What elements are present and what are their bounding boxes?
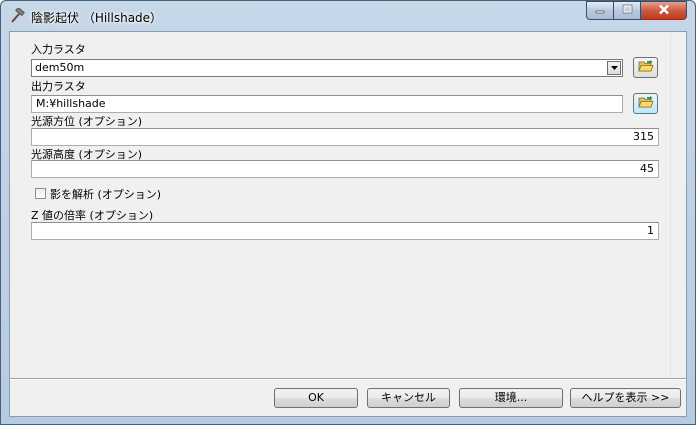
minimize-button[interactable] bbox=[586, 1, 614, 20]
hammer-icon bbox=[9, 6, 25, 24]
close-icon bbox=[658, 4, 670, 18]
input-raster-value: dem50m bbox=[35, 61, 85, 74]
title-bar[interactable]: 陰影起伏 （Hillshade） bbox=[1, 1, 695, 31]
vertical-scrollbar[interactable] bbox=[670, 33, 686, 378]
model-shadows-label: 影を解析 (オプション) bbox=[50, 188, 162, 201]
output-raster-input[interactable]: M:¥hillshade bbox=[31, 95, 623, 113]
output-raster-label: 出力ラスタ bbox=[31, 80, 86, 93]
z-factor-label: Z 値の倍率 (オプション) bbox=[31, 209, 154, 222]
model-shadows-checkbox[interactable] bbox=[35, 188, 46, 199]
z-factor-input[interactable]: 1 bbox=[31, 222, 659, 240]
maximize-button[interactable] bbox=[613, 1, 641, 20]
ok-button[interactable]: OK bbox=[274, 388, 358, 408]
input-raster-label: 入力ラスタ bbox=[31, 43, 86, 56]
dialog-client-area: 入力ラスタ dem50m 出力ラスタ M:¥hillshade 光源方位 (オプ… bbox=[9, 31, 687, 417]
azimuth-label: 光源方位 (オプション) bbox=[31, 115, 143, 128]
dropdown-arrow-icon[interactable] bbox=[607, 61, 621, 75]
minimize-icon bbox=[595, 4, 605, 17]
environments-button[interactable]: 環境... bbox=[459, 388, 563, 408]
azimuth-input[interactable]: 315 bbox=[31, 128, 659, 146]
output-raster-browse-button[interactable] bbox=[633, 93, 658, 114]
maximize-icon bbox=[622, 4, 633, 17]
close-button[interactable] bbox=[640, 1, 687, 20]
cancel-button[interactable]: キャンセル bbox=[367, 388, 450, 408]
input-raster-browse-button[interactable] bbox=[633, 57, 658, 78]
altitude-input[interactable]: 45 bbox=[31, 160, 659, 178]
window-title: 陰影起伏 （Hillshade） bbox=[31, 11, 163, 25]
folder-open-icon bbox=[637, 59, 654, 76]
dialog-window: 陰影起伏 （Hillshade） 入力ラスタ dem50m 出力ラスタ M:¥h… bbox=[0, 0, 696, 425]
input-raster-combo[interactable]: dem50m bbox=[31, 59, 623, 77]
footer-separator bbox=[10, 378, 686, 380]
show-help-button[interactable]: ヘルプを表示 >> bbox=[570, 388, 681, 408]
folder-open-icon bbox=[637, 95, 654, 112]
